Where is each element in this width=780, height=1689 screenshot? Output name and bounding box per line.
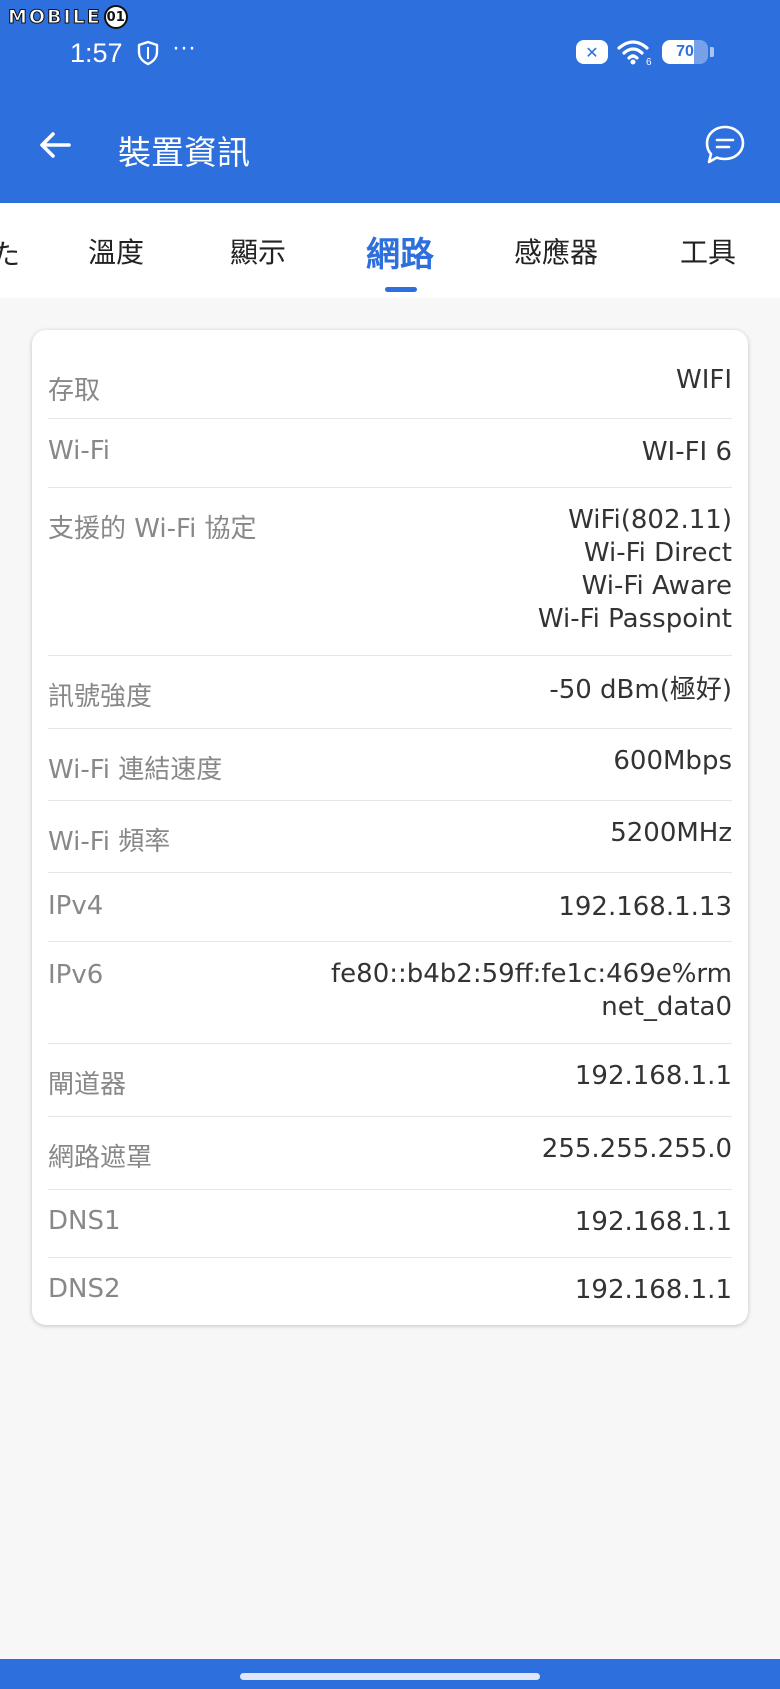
info-row-dns2: DNS2 192.168.1.1: [48, 1258, 732, 1325]
info-row-ipv6: IPv6 fe80::b4b2:59ff:fe1c:469e%rm net_da…: [48, 942, 732, 1044]
page-title: 裝置資訊: [118, 133, 250, 172]
watermark-face-icon: 01: [103, 5, 128, 29]
row-value: 192.168.1.13: [558, 892, 732, 922]
watermark-text: MOBILE: [8, 6, 102, 29]
category-tabs: た 溫度 顯示 網路 感應器 工具: [0, 203, 780, 298]
row-value: 192.168.1.1: [574, 1061, 732, 1091]
row-label: DNS2: [48, 1274, 121, 1304]
ipv6-line: fe80::b4b2:59ff:fe1c:469e%rm: [331, 959, 732, 989]
row-label: Wi-Fi 頻率: [48, 827, 171, 857]
no-sim-icon: ✕: [576, 40, 608, 64]
row-value: 192.168.1.1: [574, 1207, 732, 1237]
shield-icon: [137, 40, 159, 66]
protocol-line: Wi-Fi Passpoint: [537, 604, 732, 634]
row-value: -50 dBm(極好): [549, 675, 732, 705]
row-label: DNS1: [48, 1206, 121, 1236]
row-value: 600Mbps: [613, 746, 732, 776]
row-value: 5200MHz: [610, 818, 732, 848]
tab-sensors[interactable]: 感應器: [514, 231, 598, 271]
row-label: 訊號強度: [48, 682, 153, 712]
app-screen: MOBILE 01 1:57 ··· ✕ 6 70 裝置資訊 た 溫度 顯示 網…: [0, 0, 780, 1689]
chat-bubble-icon: [705, 125, 745, 164]
row-label: Wi-Fi: [48, 436, 111, 466]
row-value: 192.168.1.1: [574, 1275, 732, 1305]
arrow-left-icon: [40, 132, 71, 158]
info-row-protocols: 支援的 Wi-Fi 協定 WiFi(802.11) Wi-Fi Direct W…: [48, 488, 732, 656]
more-notifications-icon: ···: [172, 34, 196, 61]
row-label: 支援的 Wi-Fi 協定: [48, 514, 257, 544]
home-gesture-handle[interactable]: [240, 1673, 540, 1680]
protocol-line: Wi-Fi Aware: [581, 571, 732, 601]
battery-percent: 70: [676, 43, 694, 60]
wifi-standard-badge: 6: [646, 57, 652, 66]
row-label: 網路遮罩: [48, 1143, 153, 1173]
row-label: 閘道器: [48, 1070, 127, 1100]
status-icons: ✕ 6 70: [576, 38, 714, 66]
toolbar: 裝置資訊: [0, 100, 780, 196]
protocol-line: Wi-Fi Direct: [583, 538, 732, 568]
battery-icon: 70: [662, 40, 708, 64]
ipv6-line: net_data0: [601, 992, 732, 1022]
app-bar: MOBILE 01 1:57 ··· ✕ 6 70 裝置資訊: [0, 0, 780, 203]
tab-display[interactable]: 顯示: [230, 231, 286, 271]
battery-tip: [710, 47, 714, 57]
info-row-signal: 訊號強度 -50 dBm(極好): [48, 656, 732, 729]
feedback-button[interactable]: [700, 120, 750, 170]
tab-network[interactable]: 網路: [366, 227, 434, 276]
row-label: IPv6: [48, 960, 104, 990]
status-bar: 1:57 ··· ✕ 6 70: [0, 30, 780, 76]
row-label: IPv4: [48, 891, 104, 921]
info-row-ipv4: IPv4 192.168.1.13: [48, 873, 732, 942]
tab-tools[interactable]: 工具: [680, 231, 736, 271]
info-row-access: 存取 WIFI: [48, 330, 732, 419]
wifi-icon: 6: [617, 40, 652, 66]
row-value-multiline: WiFi(802.11) Wi-Fi Direct Wi-Fi Aware Wi…: [538, 504, 732, 636]
info-row-frequency: Wi-Fi 頻率 5200MHz: [48, 801, 732, 873]
info-row-wifi: Wi-Fi WI-FI 6: [48, 419, 732, 488]
tab-temperature[interactable]: 溫度: [88, 231, 144, 271]
info-row-link-speed: Wi-Fi 連結速度 600Mbps: [48, 729, 732, 801]
back-button[interactable]: [30, 120, 80, 170]
status-time: 1:57: [70, 38, 123, 68]
network-info-card: 存取 WIFI Wi-Fi WI-FI 6 支援的 Wi-Fi 協定 WiFi(…: [32, 330, 748, 1325]
watermark-logo: MOBILE 01: [8, 4, 128, 30]
tab-partial-left[interactable]: た: [0, 233, 20, 273]
row-value-multiline: fe80::b4b2:59ff:fe1c:469e%rm net_data0: [331, 958, 732, 1024]
info-row-dns1: DNS1 192.168.1.1: [48, 1190, 732, 1258]
row-value: WIFI: [676, 365, 732, 395]
row-value: 255.255.255.0: [541, 1134, 732, 1164]
info-row-gateway: 閘道器 192.168.1.1: [48, 1044, 732, 1117]
navigation-bar: [0, 1659, 780, 1689]
row-label: Wi-Fi 連結速度: [48, 755, 223, 785]
active-tab-indicator: [385, 287, 417, 292]
row-label: 存取: [48, 376, 101, 406]
protocol-line: WiFi(802.11): [568, 505, 732, 535]
info-row-netmask: 網路遮罩 255.255.255.0: [48, 1117, 732, 1190]
row-value: WI-FI 6: [641, 437, 732, 467]
